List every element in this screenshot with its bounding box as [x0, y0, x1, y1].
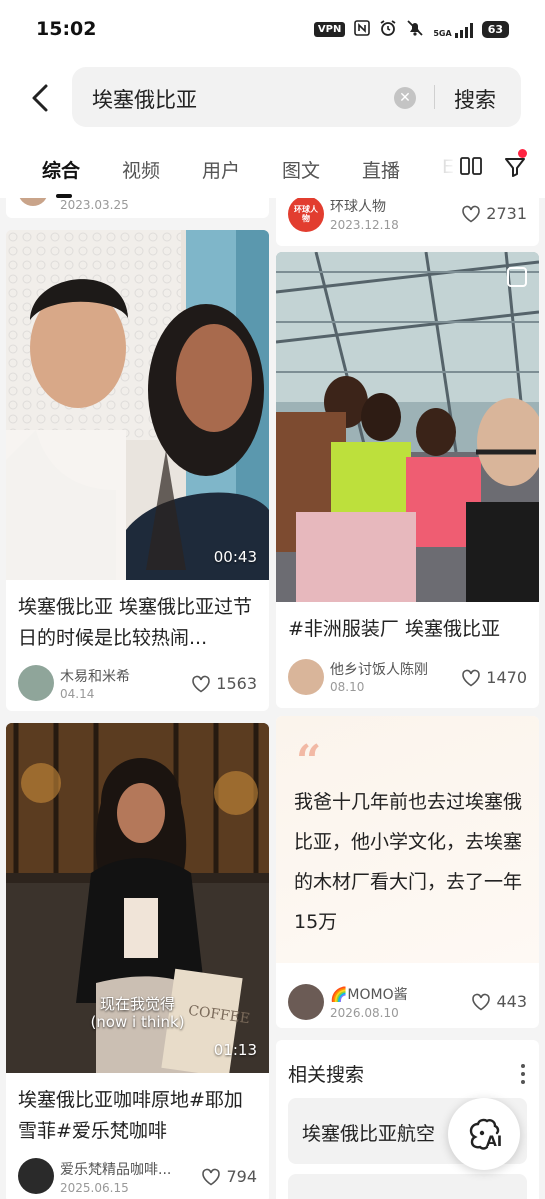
- cover-image: [276, 252, 539, 602]
- like-counter[interactable]: 794: [201, 1167, 257, 1186]
- ai-assistant-button[interactable]: AI: [448, 1098, 520, 1170]
- filter-badge-dot: [518, 149, 527, 158]
- related-search-label: 埃塞俄比亚航空: [302, 1123, 436, 1145]
- ai-label: AI: [486, 1134, 503, 1150]
- search-button[interactable]: 搜索: [454, 84, 496, 114]
- results-feed: 2023.03.25 环球人物 环球人物 2023.12.18 2731 00:…: [0, 198, 545, 1199]
- search-header: 埃塞俄比亚 ✕ 搜索: [0, 60, 545, 136]
- status-icons: VPN 5GA 63: [313, 19, 509, 40]
- card-partial-right[interactable]: 环球人物 环球人物 2023.12.18 2731: [276, 198, 539, 246]
- heart-icon: [462, 205, 481, 222]
- back-arrow-icon[interactable]: [26, 80, 56, 116]
- card-title: 埃塞俄比亚 埃塞俄比亚过节日的时候是比较热闹...: [18, 596, 253, 649]
- card-date: 2026.08.10: [330, 1006, 399, 1020]
- card-partial-left[interactable]: 2023.03.25: [6, 198, 269, 218]
- filter-icon[interactable]: [503, 155, 527, 179]
- heart-icon: [202, 1168, 221, 1185]
- cover-image: [6, 230, 269, 580]
- related-title: 相关搜索: [288, 1064, 365, 1086]
- card-date: 08.10: [330, 680, 365, 694]
- battery-icon: 63: [481, 21, 509, 38]
- quote-mark-icon: “: [296, 736, 322, 787]
- video-duration: 01:13: [213, 1041, 257, 1059]
- heart-icon: [462, 669, 481, 686]
- avatar: [18, 1158, 54, 1194]
- card-title: #非洲服装厂 埃塞俄比亚: [288, 618, 500, 640]
- nfc-icon: [354, 20, 371, 39]
- card-video-1[interactable]: 00:43 埃塞俄比亚 埃塞俄比亚过节日的时候是比较热闹... 木易和米希 04…: [6, 230, 269, 711]
- avatar: 环球人物: [288, 198, 324, 232]
- card-date: 2023.03.25: [60, 198, 129, 212]
- clear-icon[interactable]: ✕: [394, 87, 416, 109]
- heart-icon: [192, 675, 211, 692]
- like-count: 1470: [486, 668, 527, 687]
- like-counter[interactable]: 1563: [191, 674, 257, 693]
- card-title: 埃塞俄比亚咖啡原地#耶加雪菲#爱乐梵咖啡: [18, 1089, 243, 1142]
- card-author: 木易和米希: [60, 669, 130, 685]
- video-duration: 00:43: [213, 548, 257, 566]
- card-author: 环球人物: [330, 199, 386, 215]
- status-time: 15:02: [36, 18, 97, 40]
- like-counter[interactable]: 1470: [461, 668, 527, 687]
- card-quote-4[interactable]: “ 我爸十几年前也去过埃塞俄比亚，他小学文化，去埃塞的木材厂看大门，去了一年15…: [276, 716, 539, 1028]
- tab-users[interactable]: 用户: [202, 156, 240, 183]
- heart-icon: [472, 993, 491, 1010]
- quote-text: 我爸十几年前也去过埃塞俄比亚，他小学文化，去埃塞的木材厂看大门，去了一年15万: [294, 791, 523, 933]
- card-author: 爱乐梵精品咖啡...: [60, 1162, 172, 1178]
- tab-image-text[interactable]: 图文: [282, 156, 320, 183]
- layout-toggle-icon[interactable]: [460, 157, 482, 177]
- like-count: 1563: [216, 674, 257, 693]
- card-author: 🌈MOMO酱: [330, 987, 408, 1003]
- avatar: [18, 665, 54, 701]
- card-date: 2023.12.18: [330, 218, 399, 232]
- card-image-2[interactable]: #非洲服装厂 埃塞俄比亚 他乡讨饭人陈刚 08.10 1470: [276, 252, 539, 708]
- tab-live[interactable]: 直播: [362, 156, 400, 183]
- status-bar: 15:02 VPN 5GA 63: [0, 0, 545, 60]
- card-date: 2025.06.15: [60, 1181, 129, 1195]
- alarm-icon: [379, 19, 397, 40]
- card-video-3[interactable]: 现在我觉得 (now i think) COFFEE 01:13 埃塞俄比亚咖啡…: [6, 723, 269, 1199]
- related-search-item[interactable]: [288, 1174, 527, 1199]
- more-options-icon[interactable]: [521, 1064, 525, 1084]
- card-date: 04.14: [60, 687, 95, 701]
- vpn-icon: VPN: [313, 22, 346, 37]
- avatar: [288, 659, 324, 695]
- mute-icon: [406, 19, 424, 40]
- like-count: 794: [226, 1167, 257, 1186]
- like-counter[interactable]: 2731: [461, 204, 527, 223]
- search-query[interactable]: 埃塞俄比亚: [92, 84, 197, 114]
- avatar: [288, 984, 324, 1020]
- like-counter[interactable]: 443: [471, 992, 527, 1011]
- like-count: 443: [496, 992, 527, 1011]
- search-divider: [434, 85, 435, 109]
- card-author: 他乡讨饭人陈刚: [330, 662, 428, 678]
- tab-video[interactable]: 视频: [122, 156, 160, 183]
- tab-fade: [428, 136, 458, 198]
- like-count: 2731: [486, 204, 527, 223]
- search-input[interactable]: 埃塞俄比亚 ✕ 搜索: [72, 67, 521, 127]
- avatar: [18, 198, 48, 206]
- signal-icon: 5GA: [433, 22, 473, 38]
- tab-comprehensive[interactable]: 综合: [42, 156, 80, 183]
